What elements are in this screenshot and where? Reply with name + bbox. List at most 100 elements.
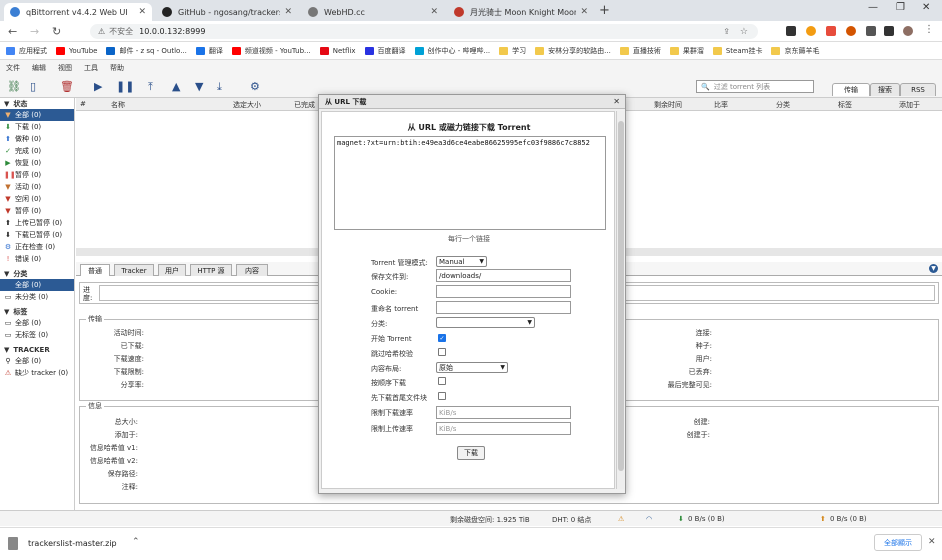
chevron-up-icon[interactable]: ⌃ bbox=[132, 537, 140, 547]
status-header[interactable]: ▼ 状态 bbox=[0, 98, 74, 109]
minimize-icon[interactable]: — bbox=[868, 2, 878, 13]
category-select[interactable]: ▼ bbox=[436, 317, 535, 328]
bookmark-item[interactable]: 创作中心 - 哔哩哔... bbox=[414, 46, 490, 56]
bookmark-item[interactable]: 直播技術 bbox=[619, 46, 661, 56]
column-ratio[interactable]: 比率 bbox=[714, 100, 728, 110]
delete-icon[interactable]: 🗑 bbox=[60, 80, 74, 93]
browser-tab-webhd[interactable]: WebHD.cc ✕ bbox=[302, 3, 444, 21]
tracker-item-all[interactable]: ⚲ 全部 (0) bbox=[0, 355, 74, 367]
mode-select[interactable]: Manual ▼ bbox=[436, 256, 487, 267]
close-icon[interactable]: ✕ bbox=[284, 7, 292, 17]
avatar[interactable] bbox=[903, 26, 913, 36]
status-item[interactable]: ▼ 活动 (0) bbox=[0, 181, 74, 193]
column-done[interactable]: 已完成 bbox=[294, 100, 315, 110]
menu-help[interactable]: 帮助 bbox=[110, 63, 124, 73]
column-eta[interactable]: 剩余时间 bbox=[654, 100, 682, 110]
tab-general[interactable]: 普通 bbox=[80, 264, 110, 276]
browser-tab-moon-knight[interactable]: 月光骑士 Moon Knight Moon... ✕ bbox=[448, 3, 594, 21]
dialog-titlebar[interactable]: 从 URL 下载 ✕ bbox=[319, 95, 625, 109]
bookmark-item[interactable]: 百度翻译 bbox=[364, 46, 406, 56]
close-icon[interactable]: ✕ bbox=[613, 97, 620, 106]
close-icon[interactable]: ✕ bbox=[928, 537, 936, 547]
sidepanel-icon[interactable] bbox=[884, 26, 894, 36]
status-item[interactable]: ▼ 全部 (0) bbox=[0, 109, 74, 121]
bookmark-item[interactable]: YouTube bbox=[56, 46, 97, 55]
resume-icon[interactable]: ▶ bbox=[94, 80, 102, 93]
move-top-icon[interactable]: ⤒ bbox=[148, 80, 153, 94]
download-button[interactable]: 下载 bbox=[457, 446, 485, 460]
column-tags[interactable]: 标签 bbox=[838, 100, 852, 110]
content-layout-select[interactable]: 原始 ▼ bbox=[436, 362, 508, 373]
status-item[interactable]: ▼ 暂停 (0) bbox=[0, 205, 74, 217]
share-icon[interactable]: ⇪ bbox=[723, 27, 730, 36]
more-icon[interactable]: ⋮ bbox=[924, 24, 934, 35]
status-item[interactable]: ⬆ 上传已暂停 (0) bbox=[0, 217, 74, 229]
tab-rss[interactable]: RSS bbox=[900, 83, 936, 96]
status-item[interactable]: ▼ 空闲 (0) bbox=[0, 193, 74, 205]
bookmark-item[interactable]: Netflix bbox=[319, 46, 356, 55]
bookmark-item[interactable]: 应用程式 bbox=[6, 46, 47, 56]
move-up-icon[interactable]: ▲ bbox=[172, 80, 180, 93]
gear-icon[interactable]: ⚙ bbox=[250, 80, 260, 93]
bookmark-item[interactable]: 翻译 bbox=[195, 46, 223, 56]
filter-input[interactable]: 🔍 过滤 torrent 列表 bbox=[696, 80, 814, 93]
tab-transfers[interactable]: 传输 bbox=[832, 83, 870, 96]
first-last-checkbox[interactable] bbox=[438, 392, 446, 400]
status-item[interactable]: ! 错误 (0) bbox=[0, 253, 74, 265]
collapse-icon[interactable]: ▼ bbox=[929, 264, 938, 273]
tab-trackers[interactable]: Tracker bbox=[114, 264, 154, 276]
tag-header[interactable]: ▼ 标签 bbox=[0, 306, 74, 317]
extension-icon[interactable] bbox=[826, 26, 836, 36]
move-bottom-icon[interactable]: ⤓ bbox=[217, 80, 222, 94]
speed-limit-icon[interactable]: ◠ bbox=[646, 515, 652, 523]
bookmark-item[interactable]: Steam挂卡 bbox=[712, 46, 762, 56]
status-item[interactable]: ⬆ 做种 (0) bbox=[0, 133, 74, 145]
menu-file[interactable]: 文件 bbox=[6, 63, 20, 73]
forward-icon[interactable]: → bbox=[30, 25, 39, 38]
bookmark-item[interactable]: 京东薅羊毛 bbox=[771, 46, 819, 56]
pause-icon[interactable]: ❚❚ bbox=[116, 80, 134, 93]
url-field[interactable]: ⚠ 不安全 10.0.0.132:8999 ⇪ ☆ bbox=[90, 24, 758, 39]
back-icon[interactable]: ← bbox=[8, 25, 17, 38]
show-all-button[interactable]: 全部顯示 bbox=[874, 534, 922, 551]
scrollbar-thumb[interactable] bbox=[618, 121, 624, 471]
menu-view[interactable]: 视图 bbox=[58, 63, 72, 73]
menu-edit[interactable]: 编辑 bbox=[32, 63, 46, 73]
add-link-icon[interactable]: ⛓ bbox=[7, 80, 21, 93]
download-limit-input[interactable]: KiB/s bbox=[436, 406, 571, 419]
column-size[interactable]: 选定大小 bbox=[233, 100, 261, 110]
skip-check-checkbox[interactable] bbox=[438, 348, 446, 356]
browser-tab-github[interactable]: GitHub - ngosang/trackerslist ✕ bbox=[156, 3, 298, 21]
category-item-all[interactable]: 全部 (0) bbox=[0, 279, 74, 291]
bookmark-item[interactable]: 邮件 - z sq - Outlo... bbox=[106, 46, 187, 56]
tab-content[interactable]: 内容 bbox=[236, 264, 268, 276]
column-added[interactable]: 添加于 bbox=[899, 100, 920, 110]
add-file-icon[interactable]: ▯ bbox=[30, 80, 36, 93]
status-item[interactable]: ⚙ 正在检查 (0) bbox=[0, 241, 74, 253]
sequential-checkbox[interactable] bbox=[438, 377, 446, 385]
tracker-item-missing[interactable]: ⚠ 缺少 tracker (0) bbox=[0, 367, 74, 379]
close-icon[interactable]: ✕ bbox=[138, 7, 146, 17]
bookmark-item[interactable]: 安林分享的软路由... bbox=[535, 46, 611, 56]
restore-icon[interactable]: ❐ bbox=[896, 2, 905, 13]
status-item[interactable]: ✓ 完成 (0) bbox=[0, 145, 74, 157]
tab-http-sources[interactable]: HTTP 源 bbox=[190, 264, 232, 276]
close-window-icon[interactable]: ✕ bbox=[922, 2, 930, 13]
bookmark-item[interactable]: 果群溜 bbox=[669, 46, 704, 56]
bookmark-item[interactable]: 学习 bbox=[499, 46, 526, 56]
new-tab-icon[interactable]: + bbox=[599, 3, 610, 18]
tag-item-untagged[interactable]: ▭ 无标签 (0) bbox=[0, 329, 74, 341]
category-item-uncategorized[interactable]: ▭ 未分类 (0) bbox=[0, 291, 74, 303]
column-name[interactable]: 名称 bbox=[111, 100, 125, 110]
status-item[interactable]: ❚❚ 暂停 (0) bbox=[0, 169, 74, 181]
tab-search[interactable]: 搜索 bbox=[870, 83, 900, 96]
upload-limit-input[interactable]: KiB/s bbox=[436, 422, 571, 435]
start-torrent-checkbox[interactable]: ✓ bbox=[438, 334, 446, 342]
download-file-name[interactable]: trackerslist-master.zip bbox=[28, 539, 117, 548]
bookmark-item[interactable]: 频道视频 - YouTub... bbox=[231, 46, 311, 56]
status-item[interactable]: ⬇ 下载已暂停 (0) bbox=[0, 229, 74, 241]
extension-icon[interactable] bbox=[786, 26, 796, 36]
tab-peers[interactable]: 用户 bbox=[158, 264, 186, 276]
status-item[interactable]: ▶ 恢复 (0) bbox=[0, 157, 74, 169]
cookie-input[interactable] bbox=[436, 285, 571, 298]
